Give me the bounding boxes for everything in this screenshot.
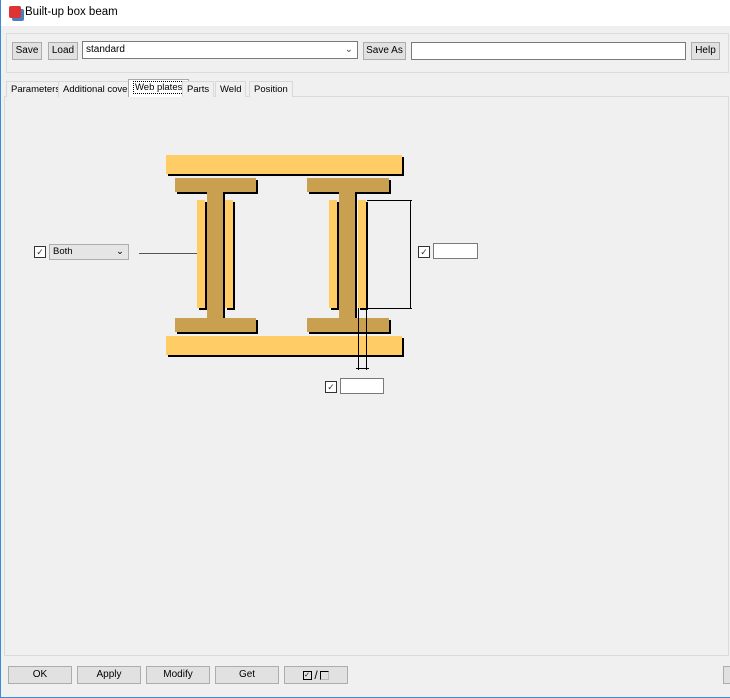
toggle-separator: / xyxy=(314,668,318,682)
side-select-value: Both xyxy=(53,246,73,257)
get-button[interactable]: Get xyxy=(215,666,279,684)
dialog-window: Built-up box beam Save Load standard ⌄ Sa… xyxy=(0,0,730,698)
ok-button[interactable]: OK xyxy=(8,666,72,684)
apply-button[interactable]: Apply xyxy=(77,666,141,684)
top-cover-plate xyxy=(166,155,402,174)
side-select[interactable]: Both ⌄ xyxy=(49,244,129,260)
unchecked-box-icon xyxy=(320,670,330,680)
thickness-checkbox[interactable]: ✓ xyxy=(325,381,337,393)
height-checkbox[interactable]: ✓ xyxy=(418,246,430,258)
chevron-down-icon: ⌄ xyxy=(116,246,124,257)
thickness-input[interactable] xyxy=(340,378,384,394)
toggle-all-checkboxes-button[interactable]: ✓ / xyxy=(284,666,348,684)
web-plate xyxy=(358,200,366,308)
height-input[interactable] xyxy=(433,243,478,259)
web-plate xyxy=(225,200,233,308)
modify-button[interactable]: Modify xyxy=(146,666,210,684)
box-beam-diagram xyxy=(139,155,412,370)
web-plate xyxy=(197,200,205,308)
side-checkbox[interactable]: ✓ xyxy=(34,246,46,258)
web-plate xyxy=(329,200,337,308)
cancel-button-partial[interactable] xyxy=(723,666,730,684)
checked-box-icon: ✓ xyxy=(302,670,312,680)
